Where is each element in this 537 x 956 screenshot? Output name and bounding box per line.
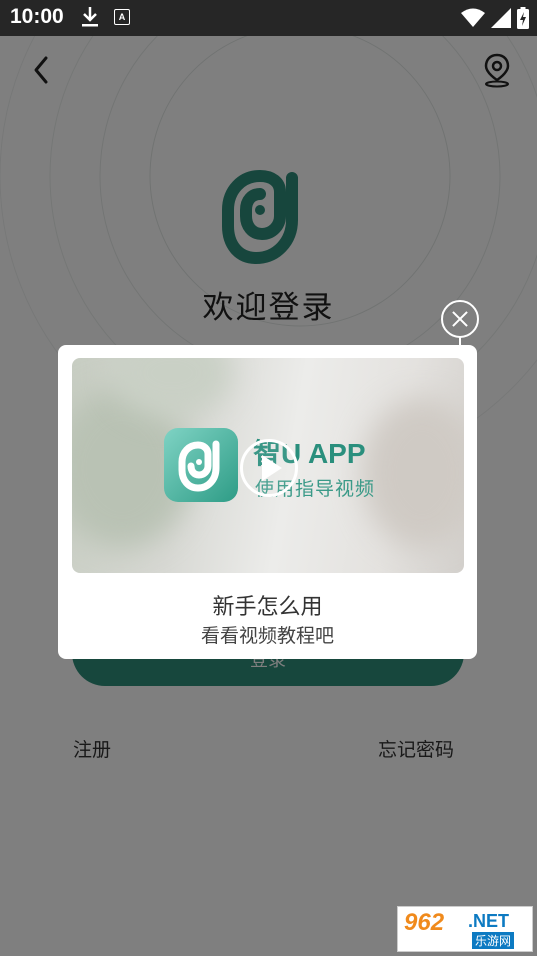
status-bar: 10:00 A (0, 0, 537, 36)
tutorial-popup: 智U APP 使用指导视频 新手怎么用 看看视频教程吧 (58, 345, 477, 659)
watermark-sub: 乐游网 (472, 932, 515, 949)
blur-shape (362, 398, 464, 548)
play-icon[interactable] (240, 439, 298, 497)
download-icon (81, 6, 99, 32)
keyboard-a-icon: A (114, 9, 130, 25)
close-connector (459, 336, 461, 346)
status-time: 10:00 (10, 5, 64, 28)
signal-icon (491, 8, 511, 32)
popup-subtitle: 看看视频教程吧 (200, 625, 334, 647)
wifi-icon (461, 8, 485, 32)
video-app-logo (164, 428, 238, 502)
watermark-net: .NET (468, 911, 510, 931)
close-icon[interactable] (441, 300, 479, 338)
popup-title: 新手怎么用 (212, 595, 323, 620)
status-indicators (461, 7, 529, 33)
battery-icon (517, 7, 529, 33)
watermark-number: 962 (404, 909, 445, 936)
watermark-logo: 962 .NET 乐游网 (397, 906, 533, 952)
video-thumbnail[interactable]: 智U APP 使用指导视频 (72, 358, 464, 573)
